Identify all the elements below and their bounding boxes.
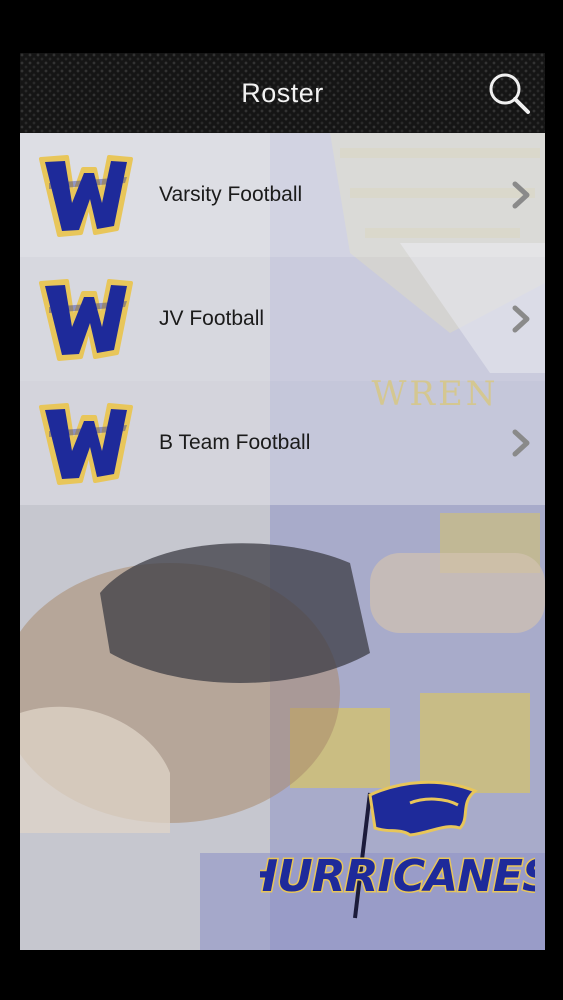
roster-item-label: B Team Football: [159, 431, 311, 454]
roster-list: Varsity Football JV Football B Team Foot…: [20, 133, 545, 505]
chevron-right-icon: [512, 181, 530, 209]
search-icon: [489, 73, 530, 114]
chevron-right-icon: [512, 305, 530, 333]
search-button[interactable]: [487, 71, 531, 115]
jersey-text: WREN: [371, 374, 498, 414]
page-title: Roster: [241, 77, 324, 108]
app-header: Roster: [20, 53, 545, 133]
roster-item-varsity-football[interactable]: Varsity Football: [20, 133, 545, 257]
w-logo-icon: [39, 279, 133, 361]
team-logo-text: HURRICANES: [260, 851, 535, 902]
w-logo-icon: [39, 155, 133, 237]
w-logo-icon: [39, 403, 133, 485]
roster-item-label: Varsity Football: [159, 183, 303, 206]
jersey-wordmark: WREN: [371, 374, 498, 414]
app-screen: Roster Varsity Football JV Football B Te…: [20, 53, 545, 950]
roster-item-label: JV Football: [159, 307, 265, 330]
hurricanes-logo: HURRICANES: [260, 780, 535, 919]
chevron-right-icon: [512, 429, 530, 457]
